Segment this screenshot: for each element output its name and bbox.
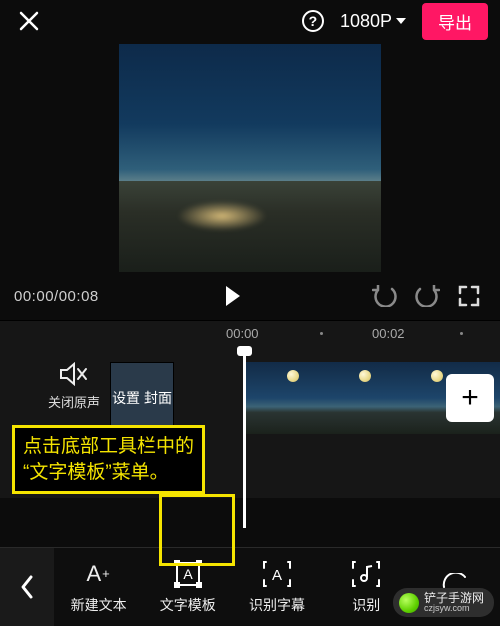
- text-template-icon: A: [173, 559, 203, 589]
- tool-new-text[interactable]: A+ 新建文本: [54, 559, 143, 615]
- tool-label: 文字模板: [160, 595, 216, 615]
- undo-button[interactable]: [368, 279, 402, 313]
- mute-icon[interactable]: [59, 362, 89, 386]
- svg-text:A: A: [183, 566, 193, 582]
- playhead[interactable]: [243, 348, 246, 528]
- fullscreen-icon[interactable]: [452, 279, 486, 313]
- ruler-mark: 00:00: [226, 326, 259, 341]
- close-icon[interactable]: [12, 4, 46, 38]
- play-button[interactable]: [216, 279, 250, 313]
- tool-text-template[interactable]: A 文字模板: [143, 559, 232, 615]
- svg-text:A: A: [272, 567, 282, 584]
- back-button[interactable]: [0, 548, 54, 626]
- resolution-selector[interactable]: 1080P: [340, 11, 406, 32]
- chevron-down-icon: [396, 18, 406, 24]
- video-preview[interactable]: [119, 44, 381, 272]
- watermark-logo-icon: [399, 593, 419, 613]
- new-text-icon: A+: [86, 559, 110, 589]
- tool-label: 新建文本: [71, 595, 127, 615]
- tool-label: 识别字幕: [249, 595, 305, 615]
- tool-recognize-subtitle[interactable]: A 识别字幕: [232, 559, 321, 615]
- export-button[interactable]: 导出: [422, 3, 488, 40]
- help-icon[interactable]: ?: [296, 4, 330, 38]
- recognize-subtitle-icon: A: [262, 559, 292, 589]
- set-cover-button[interactable]: 设置 封面: [110, 362, 174, 434]
- timecode: 00:00/00:08: [14, 288, 99, 305]
- redo-button[interactable]: [410, 279, 444, 313]
- tool-label: 识别: [352, 595, 380, 615]
- add-clip-button[interactable]: +: [446, 374, 494, 422]
- recognize-lyrics-icon: [351, 559, 381, 589]
- watermark: 铲子手游网 czjsyw.com: [393, 588, 494, 617]
- mute-label: 关闭原声: [48, 392, 100, 411]
- resolution-label: 1080P: [340, 11, 392, 32]
- timeline-ruler[interactable]: 00:00 00:02: [0, 320, 500, 348]
- tutorial-annotation: 点击底部工具栏中的 “文字模板”菜单。: [12, 425, 205, 494]
- ruler-mark: 00:02: [372, 326, 405, 341]
